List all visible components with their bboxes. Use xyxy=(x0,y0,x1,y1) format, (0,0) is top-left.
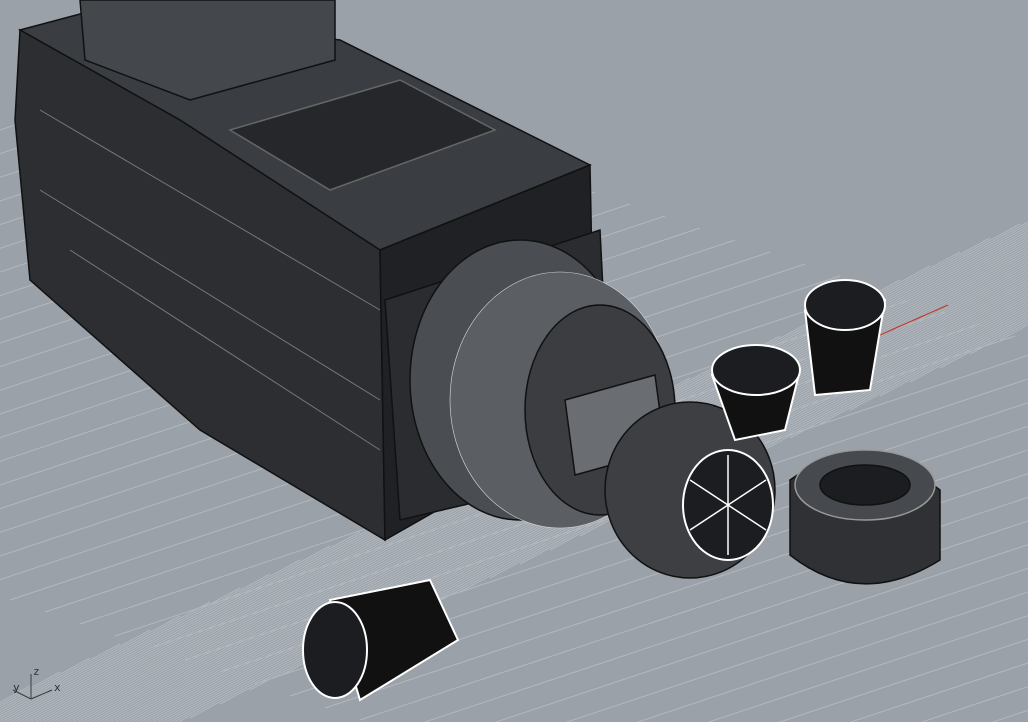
axis-x-label: x xyxy=(54,682,61,693)
grid-line xyxy=(638,592,1028,722)
grid-line xyxy=(1000,325,1028,340)
grid-line xyxy=(993,710,1028,722)
axis-y-label: y xyxy=(13,682,20,693)
er-collet-1[interactable] xyxy=(805,280,885,395)
grid-line xyxy=(940,320,1028,368)
axis-z-label: z xyxy=(33,666,40,677)
grid-line xyxy=(851,663,1028,722)
grid-line xyxy=(709,616,1028,722)
grid-line xyxy=(496,545,1028,722)
grid-line xyxy=(922,687,1028,722)
perspective-viewport[interactable] xyxy=(0,0,1028,722)
collet-nut[interactable] xyxy=(790,450,940,584)
grid-line xyxy=(567,568,1028,722)
grid-line xyxy=(780,639,1028,722)
